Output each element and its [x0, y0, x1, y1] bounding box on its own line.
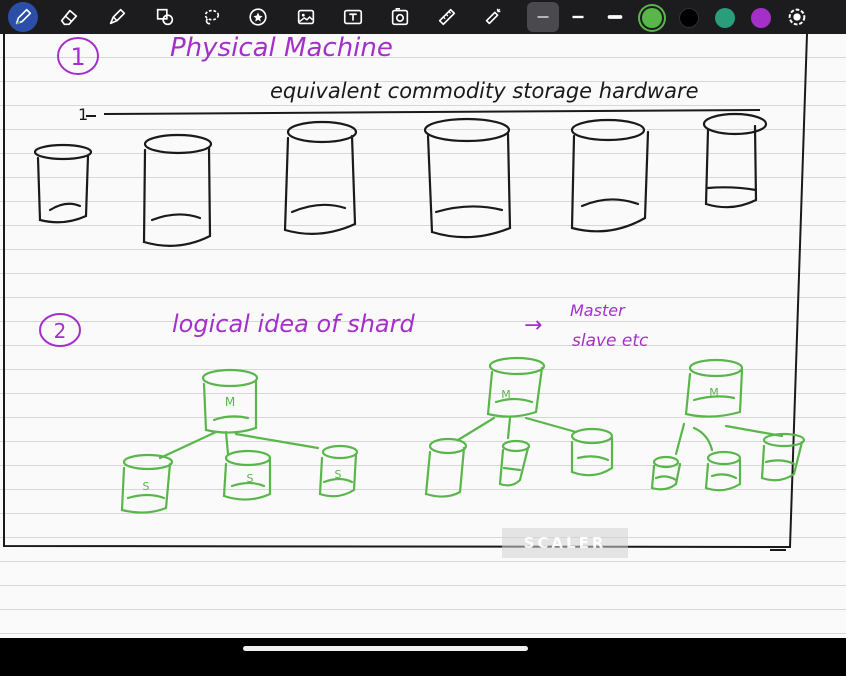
master-node: [486, 356, 546, 418]
section-1-number: 1: [70, 43, 85, 71]
shard-2: [424, 356, 614, 498]
slave-label: S: [335, 468, 342, 481]
home-indicator[interactable]: [243, 646, 528, 651]
shapes-icon: [156, 8, 174, 26]
section-2-number: 2: [54, 319, 67, 343]
text-box-icon: [343, 9, 363, 25]
slave-node: [650, 455, 682, 491]
master-label: M: [709, 386, 719, 399]
ruler-tool-button[interactable]: [432, 2, 462, 32]
color-picker-button[interactable]: [782, 2, 812, 32]
stroke-width-medium-button[interactable]: [563, 2, 593, 32]
storage-cylinder: [283, 120, 358, 235]
master-label: M: [501, 388, 511, 401]
heading-physical-machine: Physical Machine: [170, 34, 393, 63]
pen-tool-button[interactable]: [8, 2, 38, 32]
pen-icon: [15, 8, 32, 25]
color-swatch-black[interactable]: [679, 8, 699, 28]
color-swatch-purple[interactable]: [751, 8, 771, 28]
scaler-watermark: SCALER: [502, 528, 628, 558]
slave-node: [570, 427, 614, 477]
note-master: Master: [570, 301, 626, 320]
slave-node: [498, 439, 531, 487]
slave-label: S: [143, 480, 150, 493]
hardware-underline: [103, 109, 761, 115]
laser-tool-button[interactable]: [478, 2, 508, 32]
camera-icon: [391, 8, 409, 26]
text-tool-button[interactable]: [338, 2, 368, 32]
tick-label: 1: [78, 105, 88, 124]
color-wheel-icon: [788, 8, 806, 26]
storage-cylinder: [570, 118, 650, 233]
laser-pointer-icon: [485, 8, 501, 25]
thin-line-icon: [537, 16, 549, 18]
note-slave-etc: slave etc: [572, 331, 649, 351]
hardware-caption: equivalent commodity storage hardware: [270, 79, 699, 103]
star-sticker-icon: [249, 8, 267, 26]
storage-cylinder: [423, 117, 512, 239]
highlighter-icon: [109, 8, 126, 25]
color-swatch-green[interactable]: [642, 8, 662, 28]
arrow-glyph: →: [524, 313, 542, 338]
section-2-text: logical idea of shard: [172, 310, 416, 338]
eraser-icon: [60, 9, 78, 26]
shapes-tool-button[interactable]: [150, 2, 180, 32]
eraser-tool-button[interactable]: [54, 2, 84, 32]
lasso-tool-button[interactable]: [196, 2, 226, 32]
ruler-icon: [438, 8, 456, 26]
medium-line-icon: [572, 15, 584, 19]
camera-tool-button[interactable]: [385, 2, 415, 32]
storage-cylinder: [702, 112, 768, 209]
thick-line-icon: [607, 15, 623, 19]
slave-node: [424, 437, 468, 498]
storage-hardware-row: [33, 112, 768, 247]
slave-label: S: [247, 472, 254, 485]
storage-cylinder: [33, 143, 93, 224]
shard-3: [650, 358, 806, 492]
slave-node: [704, 450, 742, 492]
image-icon: [297, 9, 315, 25]
sticker-tool-button[interactable]: [243, 2, 273, 32]
stroke-width-thin-button[interactable]: [527, 2, 559, 32]
lasso-icon: [204, 9, 220, 25]
master-label: M: [225, 395, 235, 409]
highlighter-tool-button[interactable]: [102, 2, 132, 32]
storage-cylinder: [142, 133, 213, 247]
stroke-width-thick-button[interactable]: [600, 2, 630, 32]
bottom-bezel: [0, 638, 846, 676]
toolbar: [0, 0, 846, 34]
color-swatch-teal[interactable]: [715, 8, 735, 28]
shard-1: [120, 368, 359, 514]
image-tool-button[interactable]: [291, 2, 321, 32]
ink-layer: 1 Physical Machine equivalent commodity …: [3, 34, 808, 551]
note-canvas[interactable]: 1 Physical Machine equivalent commodity …: [0, 34, 846, 638]
slave-node: [760, 432, 806, 482]
